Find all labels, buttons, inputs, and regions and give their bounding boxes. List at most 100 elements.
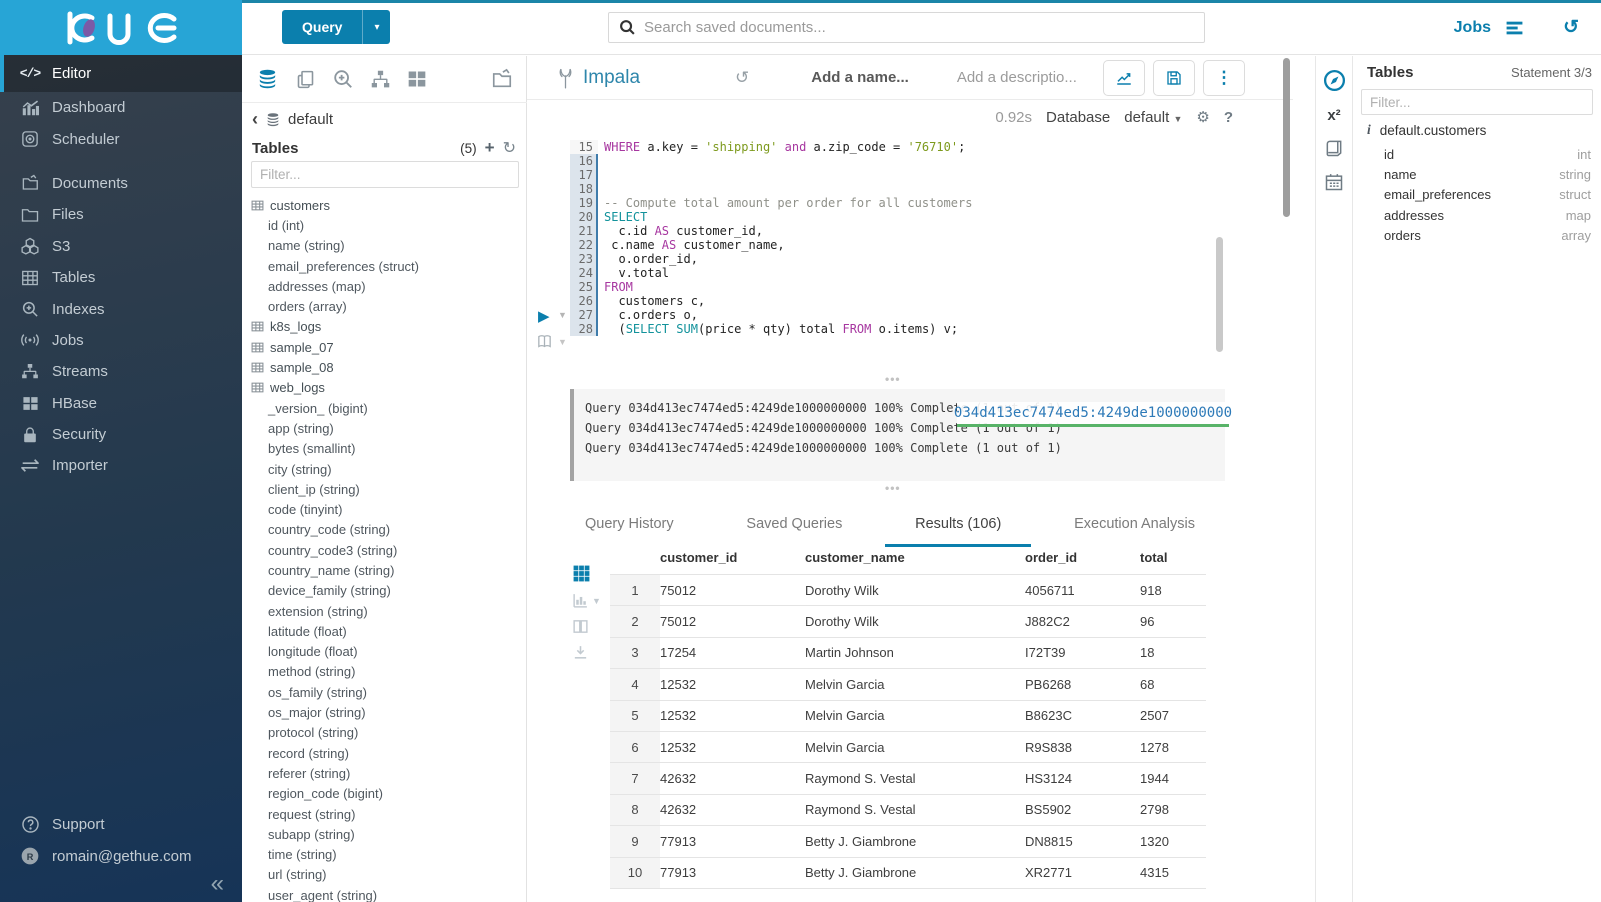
sitemap-assist-icon[interactable]: [370, 69, 391, 90]
column-header-customer_id[interactable]: customer_id: [660, 544, 805, 575]
document-search[interactable]: [608, 12, 1205, 43]
sidebar-item-dashboard[interactable]: Dashboard: [0, 92, 242, 123]
sidebar-item-editor[interactable]: </>Editor: [0, 55, 242, 92]
column-item[interactable]: protocol (string): [251, 723, 523, 743]
save-button[interactable]: [1153, 60, 1195, 96]
column-item[interactable]: user_agent (string): [251, 885, 523, 902]
column-item[interactable]: id (int): [251, 215, 523, 235]
sidebar-item-hbase[interactable]: HBase: [0, 388, 242, 419]
jobs-list-icon[interactable]: [1505, 20, 1524, 36]
column-item[interactable]: os_major (string): [251, 702, 523, 722]
tab-results-[interactable]: Results (106): [885, 505, 1031, 547]
sidebar-item-documents[interactable]: Documents: [0, 168, 242, 199]
job-id-link[interactable]: 034d413ec7474ed5:4249de1000000000: [957, 402, 1229, 427]
column-item[interactable]: city (string): [251, 459, 523, 479]
sidebar-item-jobs[interactable]: Jobs: [0, 325, 242, 356]
code-line-19[interactable]: 19-- Compute total amount per order for …: [570, 196, 972, 210]
schedule-calendar-icon[interactable]: [1324, 172, 1344, 192]
sidebar-footer-support[interactable]: Support: [0, 809, 242, 840]
column-item[interactable]: bytes (smallint): [251, 439, 523, 459]
sidebar-item-files[interactable]: Files: [0, 199, 242, 230]
code-line-16[interactable]: 16: [570, 154, 972, 168]
code-line-25[interactable]: 25FROM: [570, 280, 972, 294]
refresh-tables-icon[interactable]: ↻: [503, 138, 516, 158]
code-line-23[interactable]: 23 o.order_id,: [570, 252, 972, 266]
snippet-history-icon[interactable]: ↺: [735, 68, 749, 88]
database-selector[interactable]: default ▼: [1124, 109, 1182, 126]
column-item[interactable]: extension (string): [251, 601, 523, 621]
right-filter-input[interactable]: [1361, 89, 1593, 115]
table-item-sample_08[interactable]: sample_08: [251, 357, 523, 377]
tab-query-history[interactable]: Query History: [555, 505, 704, 547]
column-item[interactable]: country_code (string): [251, 520, 523, 540]
column-item[interactable]: app (string): [251, 418, 523, 438]
download-icon[interactable]: [572, 644, 589, 661]
grid-view-icon[interactable]: [572, 564, 591, 583]
column-item[interactable]: method (string): [251, 662, 523, 682]
code-line-26[interactable]: 26 customers c,: [570, 294, 972, 308]
table-item-sample_07[interactable]: sample_07: [251, 337, 523, 357]
column-item[interactable]: url (string): [251, 865, 523, 885]
sidebar-item-importer[interactable]: Importer: [0, 450, 242, 481]
column-item[interactable]: country_name (string): [251, 560, 523, 580]
column-item[interactable]: code (tinyint): [251, 499, 523, 519]
right-column-id[interactable]: idint: [1361, 144, 1591, 164]
documents-assist-icon[interactable]: [295, 69, 316, 90]
tab-saved-queries[interactable]: Saved Queries: [716, 505, 872, 547]
editor-scrollbar[interactable]: [1216, 237, 1223, 352]
column-header-total[interactable]: total: [1140, 544, 1206, 575]
sidebar-collapse-icon[interactable]: «: [211, 870, 224, 898]
table-item-web_logs[interactable]: web_logs: [251, 378, 523, 398]
query-history-icon[interactable]: ↺: [1563, 0, 1579, 55]
column-item[interactable]: latitude (float): [251, 621, 523, 641]
column-item[interactable]: country_code3 (string): [251, 540, 523, 560]
language-reference-icon[interactable]: [1324, 138, 1344, 158]
projects-folder-icon[interactable]: [491, 68, 513, 90]
column-item[interactable]: email_preferences (struct): [251, 256, 523, 276]
code-line-22[interactable]: 22 c.name AS customer_name,: [570, 238, 972, 252]
execute-button[interactable]: ▶: [538, 307, 550, 325]
column-item[interactable]: subapp (string): [251, 824, 523, 844]
column-header-order_id[interactable]: order_id: [1025, 544, 1140, 575]
column-item[interactable]: region_code (bigint): [251, 784, 523, 804]
column-item[interactable]: longitude (float): [251, 642, 523, 662]
back-chevron-icon[interactable]: ‹: [252, 109, 258, 130]
tab-execution-analysis[interactable]: Execution Analysis: [1044, 505, 1225, 547]
jobs-link[interactable]: Jobs: [1454, 19, 1491, 37]
code-line-27[interactable]: 27 c.orders o,: [570, 308, 972, 322]
explain-icon[interactable]: [536, 334, 553, 349]
column-item[interactable]: request (string): [251, 804, 523, 824]
query-name-field[interactable]: Add a name...: [811, 69, 909, 86]
column-header-customer_name[interactable]: customer_name: [805, 544, 1025, 575]
help-icon[interactable]: ?: [1224, 109, 1233, 126]
apps-assist-icon[interactable]: [407, 69, 427, 89]
column-item[interactable]: device_family (string): [251, 581, 523, 601]
code-line-18[interactable]: 18: [570, 182, 972, 196]
chart-caret-icon[interactable]: ▼: [592, 596, 601, 606]
code-line-15[interactable]: 15WHERE a.key = 'shipping' and a.zip_cod…: [570, 140, 972, 154]
engine-name[interactable]: Impala: [583, 67, 640, 89]
settings-gear-icon[interactable]: ⚙: [1196, 108, 1209, 126]
chart-button[interactable]: [1103, 60, 1145, 96]
columns-view-icon[interactable]: [572, 618, 589, 635]
sidebar-item-scheduler[interactable]: Scheduler: [0, 123, 242, 154]
sidebar-item-security[interactable]: Security: [0, 419, 242, 450]
resize-handle-top[interactable]: •••: [885, 372, 901, 386]
query-button[interactable]: Query ▾: [282, 10, 390, 44]
right-column-orders[interactable]: ordersarray: [1361, 225, 1591, 245]
column-item[interactable]: os_family (string): [251, 682, 523, 702]
editor-assistant-icon[interactable]: [1322, 68, 1347, 93]
chart-view-icon[interactable]: ▼: [572, 592, 601, 609]
active-table-ref[interactable]: i default.customers: [1367, 122, 1486, 138]
query-dropdown-caret[interactable]: ▾: [362, 10, 390, 44]
query-button-label[interactable]: Query: [282, 10, 362, 44]
right-column-addresses[interactable]: addressesmap: [1361, 205, 1591, 225]
sidebar-footer-romain[interactable]: Rromain@gethue.com: [0, 841, 242, 872]
code-line-20[interactable]: 20SELECT: [570, 210, 972, 224]
column-item[interactable]: time (string): [251, 845, 523, 865]
add-table-icon[interactable]: +: [485, 138, 495, 158]
sidebar-item-s3[interactable]: S3: [0, 231, 242, 262]
column-item[interactable]: addresses (map): [251, 276, 523, 296]
breadcrumb-database[interactable]: default: [288, 111, 333, 128]
sidebar-item-tables[interactable]: Tables: [0, 262, 242, 293]
